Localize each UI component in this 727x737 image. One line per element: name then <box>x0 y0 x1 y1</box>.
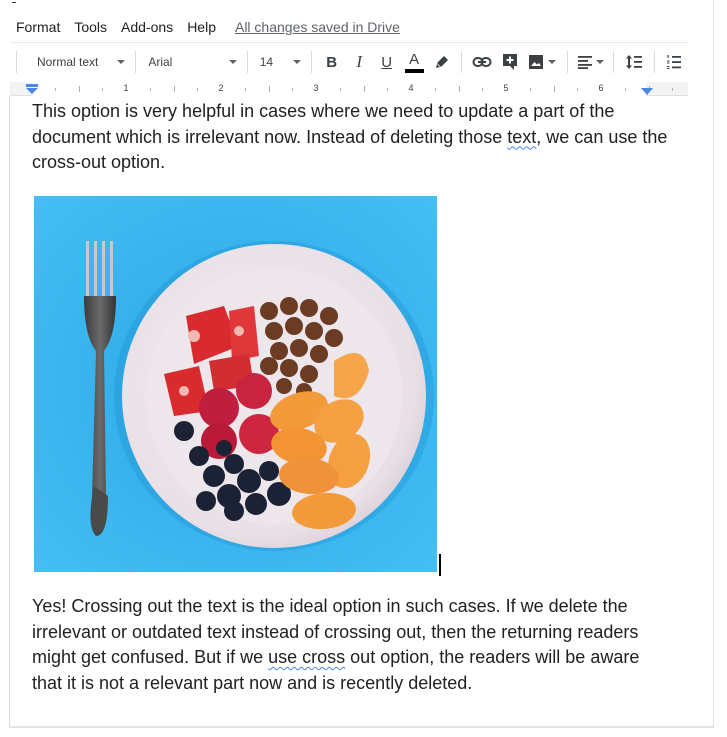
ruler-label: 2 <box>218 83 224 93</box>
ruler-tick <box>268 86 270 92</box>
menu-divider <box>10 42 688 43</box>
document-paragraph[interactable]: Yes! Crossing out the text is the ideal … <box>32 594 672 696</box>
ruler-tick <box>197 88 199 91</box>
insert-image-button[interactable] <box>523 49 560 75</box>
align-button[interactable] <box>574 49 607 75</box>
ruler-label: 1 <box>123 83 129 93</box>
text-color-swatch <box>405 69 425 73</box>
menu-add-ons[interactable]: Add-ons <box>114 19 180 35</box>
document-paragraph[interactable]: This option is very helpful in cases whe… <box>32 99 672 176</box>
page-border <box>713 0 714 727</box>
italic-button[interactable]: I <box>345 49 373 75</box>
toolbar-divider <box>16 51 17 73</box>
font-size-value: 14 <box>259 55 274 69</box>
horizontal-ruler[interactable]: 1 2 3 4 5 6 <box>10 82 688 96</box>
page-border <box>9 96 10 726</box>
ruler-tick <box>387 88 389 91</box>
grammar-suggestion[interactable]: use cross <box>268 647 345 667</box>
menu-format[interactable]: Format <box>0 19 67 35</box>
toolbar-divider <box>566 51 568 73</box>
ruler-tick <box>102 88 104 91</box>
ruler-tick <box>577 88 579 91</box>
ruler-label: 6 <box>598 83 604 93</box>
add-comment-button[interactable] <box>496 49 524 75</box>
ruler-label: 5 <box>503 83 509 93</box>
font-family-value: Arial <box>148 55 173 69</box>
align-left-icon <box>577 56 592 69</box>
chevron-down-icon <box>595 60 604 64</box>
ruler-tick <box>244 88 246 91</box>
ruler-tick <box>363 86 365 92</box>
numbered-list-icon <box>667 55 682 69</box>
bold-icon: B <box>326 53 338 71</box>
chevron-down-icon <box>292 60 301 64</box>
toolbar-divider <box>613 51 615 73</box>
ruler-tick <box>672 88 674 91</box>
text-cursor <box>439 554 441 576</box>
underline-icon: U <box>381 53 393 71</box>
ruler-label: 3 <box>313 83 319 93</box>
ruler-tick <box>458 86 460 92</box>
menu-tools[interactable]: Tools <box>67 19 114 35</box>
ruler-tick <box>78 86 80 92</box>
paragraph-style-dropdown[interactable]: Normal text <box>31 50 129 74</box>
save-status-link[interactable]: All changes saved in Drive <box>235 19 400 35</box>
ruler-tick <box>434 88 436 91</box>
menu-help[interactable]: Help <box>180 19 223 35</box>
food-bowl-image <box>34 196 437 572</box>
ruler-tick <box>553 86 555 92</box>
font-size-dropdown[interactable]: 14 <box>254 50 305 74</box>
ruler-tick <box>624 88 626 91</box>
chevron-down-icon <box>117 60 126 64</box>
add-comment-icon <box>502 54 517 70</box>
spelling-suggestion[interactable]: text <box>507 127 536 147</box>
underline-button[interactable]: U <box>373 49 401 75</box>
right-indent-marker[interactable] <box>641 88 653 95</box>
menu-bar: Format Tools Add-ons Help All changes sa… <box>0 14 400 40</box>
font-family-dropdown[interactable]: Arial <box>142 50 240 74</box>
ruler-tick <box>292 88 294 91</box>
text-color-button[interactable]: A <box>400 49 428 75</box>
line-spacing-icon <box>625 55 642 69</box>
toolbar-divider <box>653 51 655 73</box>
highlight-pen-icon <box>435 56 448 68</box>
ruler-tick <box>339 88 341 91</box>
bold-button[interactable]: B <box>318 49 346 75</box>
ruler-tick <box>529 88 531 91</box>
page-border <box>9 726 714 728</box>
ruler-label: 4 <box>408 83 414 93</box>
ruler-tick <box>482 88 484 91</box>
ruler-tick <box>54 88 56 91</box>
document-image[interactable] <box>34 196 437 572</box>
link-icon <box>472 57 492 67</box>
paragraph-style-value: Normal text <box>36 55 99 69</box>
insert-link-button[interactable] <box>468 49 496 75</box>
chevron-down-icon <box>548 60 557 64</box>
ruler-tick <box>149 88 151 91</box>
line-spacing-button[interactable] <box>620 49 648 75</box>
toolbar-divider <box>461 51 463 73</box>
toolbar-divider <box>135 51 137 73</box>
window-dash <box>12 2 16 3</box>
highlight-color-button[interactable] <box>428 49 456 75</box>
formatting-toolbar: Normal text Arial 14 B I U A <box>10 46 688 78</box>
numbered-list-button[interactable] <box>661 49 689 75</box>
left-indent-marker[interactable] <box>25 84 39 94</box>
ruler-tick <box>173 86 175 92</box>
italic-icon: I <box>356 52 362 71</box>
toolbar-divider <box>246 51 248 73</box>
insert-image-icon <box>529 55 544 69</box>
text-color-icon: A <box>409 50 420 68</box>
toolbar-divider <box>310 51 312 73</box>
chevron-down-icon <box>228 60 237 64</box>
